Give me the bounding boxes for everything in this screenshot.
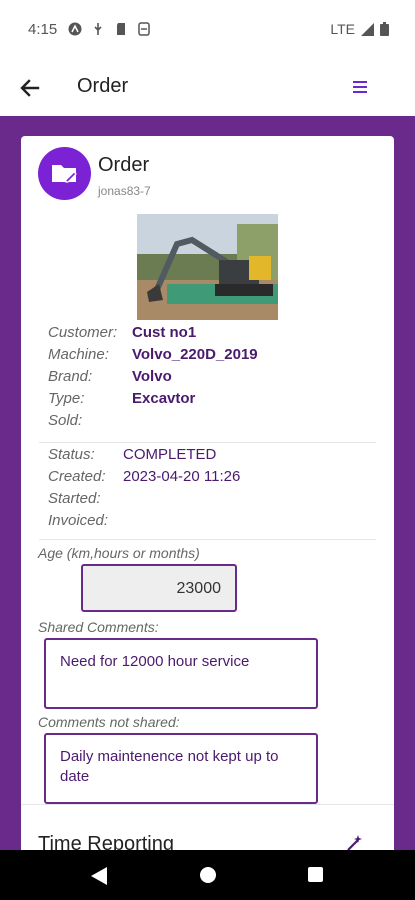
divider <box>39 442 376 443</box>
info-key: Machine: <box>48 346 109 363</box>
private-comments-input[interactable]: Daily maintenence not kept up to date <box>44 733 318 804</box>
app-notification-icon <box>68 22 82 36</box>
info-key: Sold: <box>48 412 83 429</box>
time-reporting-title: Time Reporting <box>38 833 174 850</box>
nav-recents-icon[interactable] <box>308 867 323 882</box>
magic-edit-icon[interactable] <box>345 834 363 850</box>
info-value: Excavtor <box>132 390 196 407</box>
back-arrow-icon[interactable] <box>14 72 46 104</box>
status-time: 4:15 <box>28 21 58 38</box>
sync-icon <box>138 22 150 36</box>
info-value: Volvo_220D_2019 <box>132 346 258 363</box>
shared-comments-label: Shared Comments: <box>38 619 159 635</box>
battery-icon <box>380 22 389 36</box>
card-title: Order <box>98 154 150 176</box>
status-key: Invoiced: <box>48 512 109 529</box>
info-key: Customer: <box>48 324 118 341</box>
machine-info: Customer: Cust no1 Machine: Volvo_220D_2… <box>48 324 388 429</box>
info-key: Type: <box>48 390 85 407</box>
status-value: 2023-04-20 11:26 <box>123 468 241 485</box>
page-title: Order <box>77 75 129 97</box>
excavator-photo <box>137 214 278 320</box>
card-subtitle: jonas83-7 <box>98 184 151 198</box>
status-info: Status: COMPLETED Created: 2023-04-20 11… <box>48 446 388 536</box>
sd-card-icon <box>117 23 125 35</box>
avatar <box>38 147 91 200</box>
divider <box>21 804 394 805</box>
info-key: Brand: <box>48 368 93 385</box>
status-bar: 4:15 LTE <box>0 0 415 60</box>
usb-icon <box>94 23 102 35</box>
info-value: Volvo <box>132 368 172 385</box>
shared-comments-input[interactable]: Need for 12000 hour service <box>44 638 318 709</box>
order-card: Order jonas83-7 Customer: Cust no1 Machi… <box>21 136 394 850</box>
private-comments-label: Comments not shared: <box>38 714 180 730</box>
app-bar: Order <box>0 60 415 116</box>
info-value: Cust no1 <box>132 324 197 341</box>
status-key: Status: <box>48 446 95 463</box>
status-right: LTE <box>330 21 389 37</box>
folder-edit-icon <box>52 165 77 183</box>
divider <box>39 539 376 540</box>
nav-home-icon[interactable] <box>200 867 216 883</box>
menu-icon[interactable] <box>351 78 369 96</box>
status-key: Started: <box>48 490 101 507</box>
system-nav-bar <box>0 850 415 900</box>
status-key: Created: <box>48 468 106 485</box>
signal-icon <box>361 22 374 36</box>
status-value: COMPLETED <box>123 446 217 463</box>
age-input[interactable]: 23000 <box>81 564 237 612</box>
notification-icons <box>68 22 151 36</box>
nav-back-icon[interactable] <box>91 867 107 885</box>
network-label: LTE <box>330 21 355 37</box>
age-label: Age (km,hours or months) <box>38 545 200 561</box>
